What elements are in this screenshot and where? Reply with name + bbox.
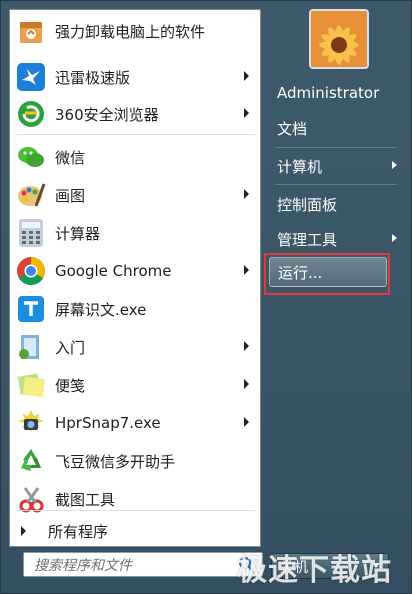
calculator-icon — [15, 217, 47, 249]
program-label: 飞豆微信多开助手 — [55, 452, 176, 471]
admin-tools-label: 管理工具 — [277, 230, 338, 249]
program-label: 迅雷极速版 — [55, 68, 131, 87]
program-thunder[interactable]: 迅雷极速版 — [11, 59, 259, 95]
search-input[interactable] — [32, 555, 236, 576]
chrome-icon — [15, 255, 47, 287]
program-label: HprSnap7.exe — [55, 414, 161, 432]
program-label: 入门 — [55, 338, 86, 357]
submenu-arrow-icon[interactable] — [244, 189, 249, 199]
program-label: 画图 — [55, 186, 86, 205]
program-feidou[interactable]: 飞豆微信多开助手 — [11, 443, 259, 479]
program-paint[interactable]: 画图 — [11, 177, 259, 213]
admin-tools-link[interactable]: 管理工具 — [267, 224, 405, 254]
hypersnap-camera-icon — [15, 407, 47, 439]
all-programs-label: 所有程序 — [48, 522, 109, 541]
thunder-bird-icon — [15, 61, 47, 93]
submenu-arrow-icon[interactable] — [244, 379, 249, 389]
program-label: 屏幕识文.exe — [55, 300, 147, 319]
all-programs-separator — [17, 510, 255, 511]
program-uninstaller[interactable]: 强力卸载电脑上的软件 — [11, 13, 259, 49]
watermark: 极速下载站 — [237, 553, 392, 588]
program-chrome[interactable]: Google Chrome — [11, 253, 259, 289]
submenu-arrow-icon[interactable] — [244, 341, 249, 351]
user-name-label: Administrator — [277, 84, 380, 102]
program-calculator[interactable]: 计算器 — [11, 215, 259, 251]
right-panel-separator — [275, 147, 397, 148]
uninstaller-box-icon — [15, 15, 47, 47]
search-box[interactable] — [23, 552, 263, 577]
submenu-arrow-icon[interactable] — [244, 417, 249, 427]
program-label: 微信 — [55, 148, 86, 167]
control-panel-link[interactable]: 控制面板 — [267, 189, 405, 219]
program-hypersnap[interactable]: HprSnap7.exe — [11, 405, 259, 441]
program-ocr[interactable]: 屏幕识文.exe — [11, 291, 259, 327]
submenu-arrow-icon[interactable] — [392, 234, 397, 242]
submenu-arrow-icon[interactable] — [244, 108, 249, 118]
expand-arrow-icon — [21, 526, 26, 536]
documents-link[interactable]: 文档 — [267, 113, 405, 143]
program-360-browser[interactable]: 360安全浏览器 — [11, 96, 259, 132]
program-label: 360安全浏览器 — [55, 105, 159, 124]
program-wechat[interactable]: 微信 — [11, 139, 259, 175]
submenu-arrow-icon[interactable] — [392, 161, 397, 169]
run-command-label: 运行... — [278, 263, 323, 282]
submenu-arrow-icon[interactable] — [244, 265, 249, 275]
documents-label: 文档 — [277, 119, 308, 138]
sticky-notes-icon — [15, 369, 47, 401]
run-command-link[interactable]: 运行... — [269, 257, 387, 287]
user-name-link[interactable]: Administrator — [267, 78, 405, 108]
program-getting-started[interactable]: 入门 — [11, 329, 259, 365]
program-label: 计算器 — [55, 224, 101, 243]
computer-link[interactable]: 计算机 — [267, 151, 405, 181]
control-panel-label: 控制面板 — [277, 195, 338, 214]
360-browser-icon — [15, 98, 47, 130]
submenu-arrow-icon[interactable] — [244, 71, 249, 81]
program-label: 截图工具 — [55, 490, 116, 509]
wechat-icon — [15, 141, 47, 173]
programs-panel: 强力卸载电脑上的软件 迅雷极速版 360安全浏览器 微信 画图 计算器 Goog… — [9, 9, 261, 547]
program-label: 便笺 — [55, 376, 86, 395]
program-snipping-tool[interactable]: 截图工具 — [11, 481, 259, 517]
ocr-t-icon — [15, 293, 47, 325]
recycle-arrows-icon — [15, 445, 47, 477]
right-panel-separator — [275, 184, 397, 185]
pinned-separator — [17, 134, 255, 135]
program-label: 强力卸载电脑上的软件 — [55, 22, 206, 41]
start-menu: 强力卸载电脑上的软件 迅雷极速版 360安全浏览器 微信 画图 计算器 Goog… — [0, 0, 412, 594]
computer-label: 计算机 — [277, 157, 323, 176]
program-sticky-notes[interactable]: 便笺 — [11, 367, 259, 403]
program-label: Google Chrome — [55, 262, 172, 280]
all-programs-button[interactable]: 所有程序 — [11, 516, 259, 546]
getting-started-icon — [15, 331, 47, 363]
user-avatar[interactable] — [309, 9, 369, 69]
paint-palette-icon — [15, 179, 47, 211]
